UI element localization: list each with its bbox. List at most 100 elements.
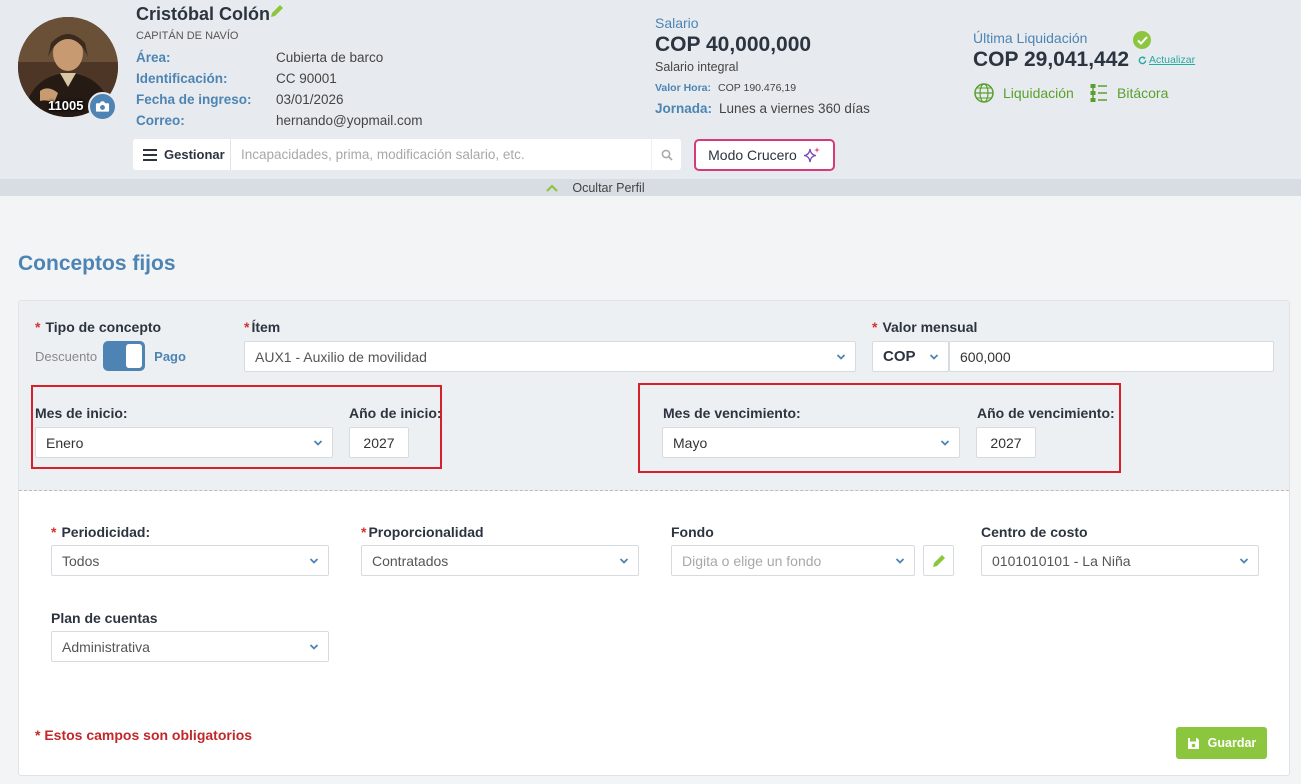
item-select-value: AUX1 - Auxilio de movilidad (255, 348, 427, 365)
edit-name-icon[interactable] (269, 3, 285, 19)
manage-button[interactable]: Gestionar (133, 139, 231, 170)
end-year-label: Año de vencimiento: (977, 405, 1115, 421)
accounts-plan-label: Plan de cuentas (51, 610, 158, 626)
area-label: Área: (136, 50, 171, 65)
salary-label: Salario (655, 15, 699, 31)
hour-value-label: Valor Hora: (655, 82, 712, 94)
chevron-down-icon (309, 558, 319, 564)
save-button[interactable]: Guardar (1176, 727, 1267, 759)
fund-label: Fondo (671, 524, 714, 540)
id-value: CC 90001 (276, 71, 337, 86)
edit-fund-button[interactable] (923, 545, 954, 576)
accounts-plan-select[interactable]: Administrativa (51, 631, 329, 662)
schedule-label: Jornada: (655, 101, 713, 116)
section-title: Conceptos fijos (18, 252, 176, 275)
pencil-icon (932, 554, 945, 567)
accounts-plan-value: Administrativa (62, 638, 150, 655)
last-settlement-label: Última Liquidación (973, 30, 1088, 46)
id-label: Identificación: (136, 71, 228, 86)
start-year-input[interactable]: 2027 (349, 427, 409, 458)
chevron-down-icon (836, 354, 846, 360)
cruise-mode-label: Modo Crucero (708, 147, 797, 163)
monthly-value-label: * Valor mensual (872, 319, 978, 335)
fixed-concept-form: * Tipo de concepto Descuento Pago * Ítem A… (18, 300, 1290, 776)
chevron-down-icon (309, 644, 319, 650)
start-month-label: Mes de inicio: (35, 405, 128, 421)
item-label: * Ítem (244, 319, 281, 335)
chevron-down-icon (940, 440, 950, 446)
cost-center-value: 0101010101 - La Niña (992, 552, 1131, 569)
manage-bar: Gestionar (133, 139, 681, 170)
chevron-down-icon (1239, 558, 1249, 564)
toggle-on-label: Pago (154, 348, 186, 364)
profile-header: 11005 Cristóbal Colón CAPITÁN DE NAVÍO Á… (0, 0, 1301, 180)
settlement-link[interactable]: Liquidación (973, 82, 1074, 104)
area-value: Cubierta de barco (276, 50, 384, 65)
chevron-down-icon (895, 558, 905, 564)
floppy-disk-icon (1187, 737, 1199, 749)
save-label: Guardar (1207, 736, 1257, 750)
periodicity-label: * Periodicidad: (51, 524, 151, 540)
concept-type-switch: Descuento Pago (35, 341, 186, 371)
hide-profile-label: Ocultar Perfil (572, 180, 645, 195)
toggle-off-label: Descuento (35, 348, 98, 364)
currency-value: COP (883, 348, 916, 365)
last-settlement-value: COP 29,041,442 (973, 48, 1130, 71)
start-date-value: 03/01/2026 (276, 92, 344, 107)
cruise-mode-button[interactable]: Modo Crucero (694, 139, 835, 171)
periodicity-value: Todos (62, 552, 100, 569)
chevron-down-icon (313, 440, 323, 446)
menu-icon (143, 148, 157, 161)
chevron-down-icon (619, 558, 629, 564)
chevron-down-icon (929, 354, 939, 360)
email-value: hernando@yopmail.com (276, 113, 423, 128)
proportionality-value: Contratados (372, 552, 449, 569)
end-month-label: Mes de vencimiento: (663, 405, 801, 421)
salary-type: Salario integral (655, 60, 739, 74)
log-link-label: Bitácora (1117, 85, 1169, 101)
employee-title: CAPITÁN DE NAVÍO (136, 30, 239, 42)
cost-center-label: Centro de costo (981, 524, 1088, 540)
monthly-amount-input[interactable]: 600,000 (949, 341, 1274, 372)
manage-search-input[interactable] (231, 139, 651, 170)
periodicity-select[interactable]: Todos (51, 545, 329, 576)
salary-value: COP 40,000,000 (655, 33, 812, 56)
camera-icon (95, 101, 110, 112)
email-label: Correo: (136, 113, 185, 128)
employee-number: 11005 (48, 98, 84, 113)
schedule-value: Lunes a viernes 360 días (719, 101, 870, 116)
end-month-value: Mayo (673, 434, 708, 451)
proportionality-label: * Proporcionalidad (361, 524, 484, 540)
end-year-value: 2027 (990, 434, 1022, 451)
start-year-value: 2027 (363, 434, 395, 451)
sparkle-icon (803, 147, 820, 163)
refresh-link[interactable]: Actualizar (1138, 54, 1195, 66)
monthly-amount-value: 600,000 (960, 348, 1011, 365)
log-link[interactable]: Bitácora (1089, 82, 1168, 104)
start-year-label: Año de inicio: (349, 405, 442, 421)
end-year-input[interactable]: 2027 (976, 427, 1036, 458)
currency-select[interactable]: COP (872, 341, 949, 372)
proportionality-select[interactable]: Contratados (361, 545, 639, 576)
start-month-select[interactable]: Enero (35, 427, 333, 458)
employee-name: Cristóbal Colón (136, 4, 270, 24)
required-fields-note: * Estos campos son obligatorios (35, 727, 253, 743)
end-month-select[interactable]: Mayo (662, 427, 960, 458)
change-photo-button[interactable] (88, 92, 117, 121)
chevron-up-icon (546, 183, 559, 192)
fund-placeholder: Digita o elige un fondo (682, 552, 822, 569)
fund-select[interactable]: Digita o elige un fondo (671, 545, 915, 576)
hour-value: COP 190.476,19 (718, 82, 797, 94)
refresh-label: Actualizar (1149, 54, 1196, 66)
start-month-value: Enero (46, 434, 84, 451)
search-icon (661, 149, 673, 161)
hide-profile-toggle[interactable]: Ocultar Perfil (0, 179, 1301, 196)
manage-label: Gestionar (164, 147, 225, 162)
item-select[interactable]: AUX1 - Auxilio de movilidad (244, 341, 856, 372)
concept-type-label: * Tipo de concepto (35, 319, 162, 335)
search-button[interactable] (651, 139, 681, 170)
settlement-link-label: Liquidación (1003, 85, 1074, 101)
log-list-icon (1090, 84, 1107, 102)
cost-center-select[interactable]: 0101010101 - La Niña (981, 545, 1259, 576)
concept-type-toggle[interactable] (103, 341, 146, 371)
